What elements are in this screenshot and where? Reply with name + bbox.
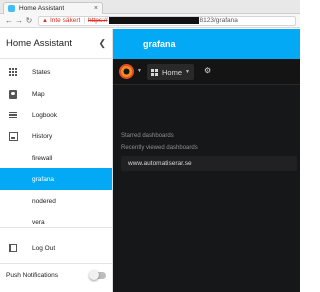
url-input[interactable]: ▲ Inte säkert | https:// 8123/grafana — [38, 15, 296, 26]
sidebar-item-label: vera — [32, 218, 45, 226]
sidebar-item-label: States — [32, 68, 51, 76]
sidebar-item-grafana[interactable]: grafana — [0, 168, 112, 190]
browser-tab[interactable]: Home Assistant × — [3, 2, 103, 14]
sidebar-title: Home Assistant — [6, 38, 72, 49]
chevron-left-icon[interactable]: ❮ — [98, 38, 106, 49]
sidebar-item-vera[interactable]: vera — [0, 211, 112, 233]
apps-grid-icon — [151, 68, 158, 76]
sidebar-item-map[interactable]: Map — [0, 83, 112, 105]
starred-dashboards-heading: Starred dashboards — [121, 133, 174, 139]
sidebar-divider — [0, 227, 112, 228]
sidebar-item-nodered[interactable]: nodered — [0, 190, 112, 212]
sidebar-item-label: Log Out — [32, 244, 56, 252]
sidebar-item-logout[interactable]: Log Out — [0, 237, 112, 259]
push-notifications-label: Push Notifications — [6, 271, 59, 279]
back-arrow-icon[interactable]: ← — [4, 16, 14, 25]
browser-tab-bar: Home Assistant × — [0, 0, 300, 14]
address-bar: ← → ↻ ▲ Inte säkert | https:// 8123/graf… — [0, 14, 300, 28]
sidebar-item-label: Map — [32, 90, 45, 98]
insecure-label: Inte säkert — [49, 17, 81, 24]
reload-icon[interactable]: ↻ — [24, 16, 34, 25]
sidebar-item-history[interactable]: History — [0, 125, 112, 147]
url-scheme: https:// — [88, 17, 108, 24]
page-title: grafana — [143, 39, 176, 49]
redacted-host — [108, 17, 199, 24]
gear-icon[interactable]: ⚙ — [204, 66, 211, 75]
warning-icon: ▲ — [42, 17, 48, 24]
grafana-logo-icon[interactable] — [119, 64, 134, 79]
recent-dashboard-label: www.automatiserar.se — [128, 160, 192, 167]
grid-icon — [8, 67, 18, 77]
url-path: 8123/grafana — [199, 17, 238, 24]
sidebar-header: Home Assistant ❮ — [0, 29, 112, 59]
forward-arrow-icon[interactable]: → — [14, 16, 24, 25]
recent-dashboards-heading: Recently viewed dashboards — [121, 145, 198, 151]
history-chart-icon — [8, 131, 18, 141]
tab-title: Home Assistant — [19, 5, 65, 12]
sidebar-divider — [0, 263, 112, 264]
grafana-panel: ▼ Home ▼ ⚙ Starred dashboards Recently v… — [113, 59, 300, 292]
sidebar-item-firewall[interactable]: firewall — [0, 147, 112, 169]
caret-down-icon: ▼ — [185, 69, 190, 75]
sidebar-item-label: Logbook — [32, 111, 57, 119]
sidebar-item-label: firewall — [32, 154, 53, 162]
recent-dashboard-item[interactable]: www.automatiserar.se — [121, 156, 297, 171]
dashboard-picker-label: Home — [162, 67, 183, 77]
sidebar-item-label: nodered — [32, 197, 56, 205]
sidebar-item-label: grafana — [32, 175, 55, 183]
tab-close-icon[interactable]: × — [94, 5, 98, 12]
main-header: grafana — [113, 29, 300, 59]
dashboard-picker-button[interactable]: Home ▼ — [147, 64, 194, 80]
push-notifications-row: Push Notifications — [6, 269, 106, 281]
map-person-icon — [8, 89, 18, 99]
logout-icon — [8, 243, 18, 253]
sidebar-item-label: History — [32, 132, 53, 140]
sidebar-item-states[interactable]: States — [0, 61, 112, 83]
sidebar-item-logbook[interactable]: Logbook — [0, 104, 112, 126]
push-notifications-toggle[interactable] — [89, 269, 106, 280]
home-assistant-favicon-icon — [8, 5, 15, 12]
grafana-navbar: ▼ Home ▼ ⚙ — [113, 59, 300, 85]
sidebar: Home Assistant ❮ States Map Logbook Hist… — [0, 29, 113, 292]
list-icon — [8, 110, 18, 120]
omnibox-separator: | — [83, 17, 86, 24]
caret-down-icon[interactable]: ▼ — [137, 68, 142, 74]
